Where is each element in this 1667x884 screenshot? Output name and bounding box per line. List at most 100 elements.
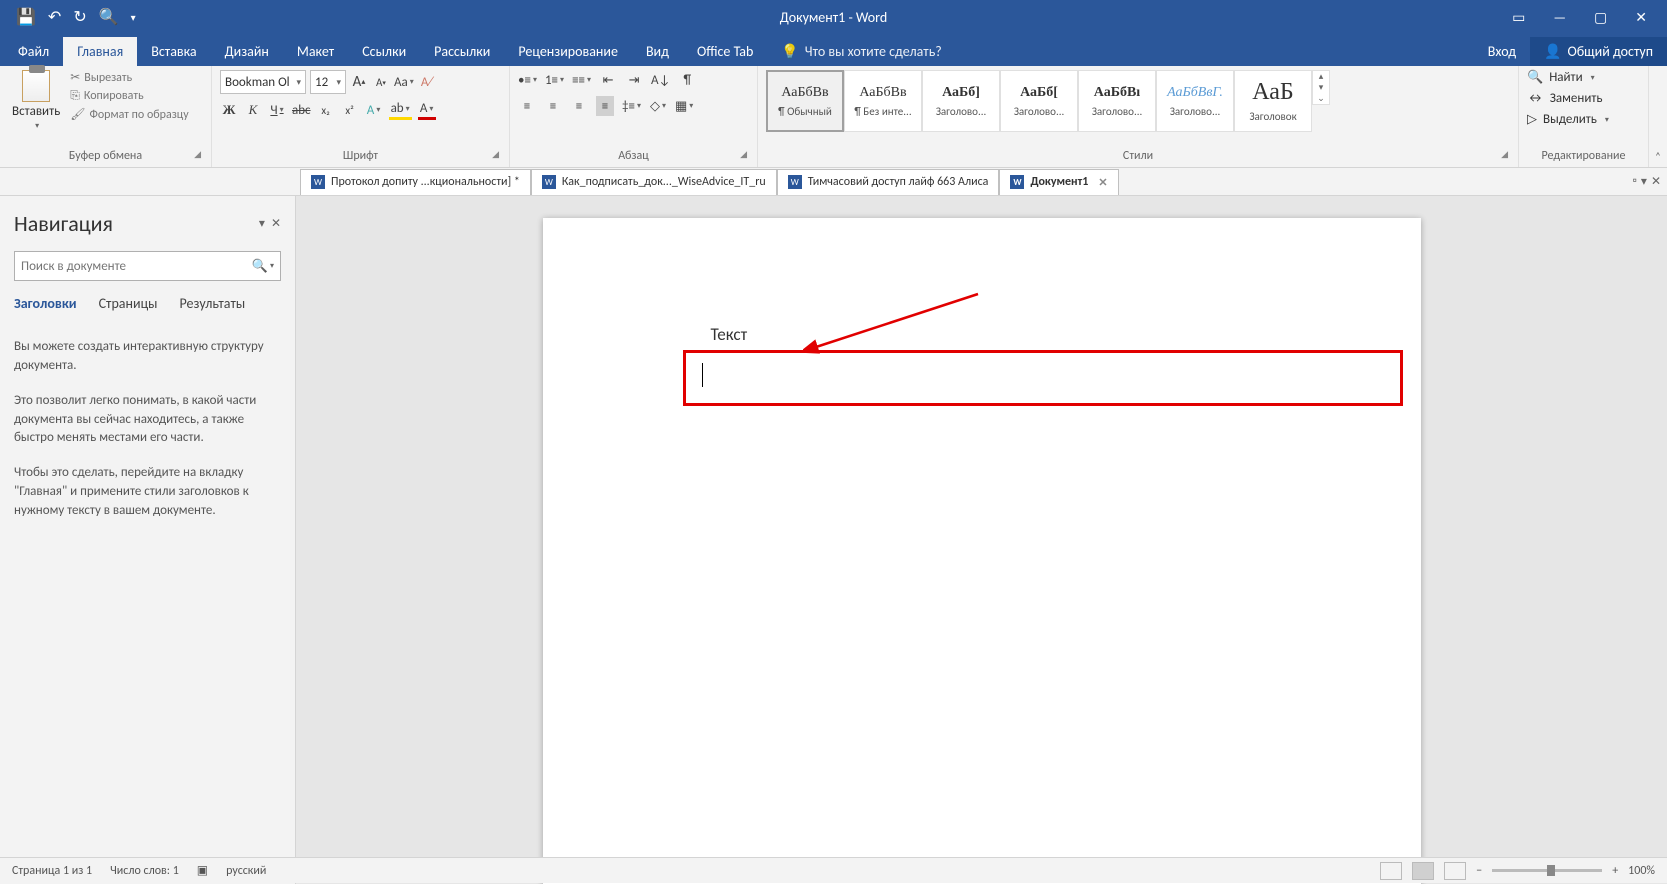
print-preview-icon[interactable]: 🔍 [99,7,119,27]
shrink-font-icon[interactable]: A▾ [372,72,390,92]
maximize-icon[interactable]: ▢ [1594,9,1607,26]
clear-formatting-icon[interactable]: A⁄ [418,72,436,92]
view-read-icon[interactable] [1380,862,1402,880]
copy-button[interactable]: ⎘Копировать [70,89,188,103]
align-left-icon[interactable]: ≡ [518,96,536,116]
zoom-level[interactable]: 100% [1628,864,1655,878]
ribbon-display-icon[interactable]: ▭ [1512,9,1525,26]
styles-scroll-icon[interactable]: ▾ [1313,82,1329,93]
collapse-ribbon-icon[interactable]: ˄ [1655,150,1661,163]
tab-office-tab[interactable]: Office Tab [683,37,767,66]
line-spacing-icon[interactable]: ‡≡▾ [622,96,641,116]
nav-close-icon[interactable]: ✕ [271,216,281,231]
tab-review[interactable]: Рецензирование [504,37,632,66]
view-print-icon[interactable] [1412,862,1434,880]
launcher-icon[interactable]: ◢ [194,149,201,160]
tab-view[interactable]: Вид [632,37,683,66]
italic-button[interactable]: К [244,100,262,120]
close-doctab-icon[interactable]: ✕ [1651,174,1661,189]
nav-dropdown-icon[interactable]: ▾ [259,216,265,231]
minimize-icon[interactable]: — [1553,9,1566,26]
document-tab-2[interactable]: WТимчасовий доступ лайф 663 Алиса [777,169,1000,195]
sort-icon[interactable]: A↓ [651,70,670,90]
select-button[interactable]: ▷Выделить▾ [1527,112,1609,127]
document-tab-1[interactable]: WКак_подписать_док..._WiseAdvice_IT_ru [531,169,777,195]
nav-search[interactable]: 🔍▾ [14,251,281,281]
redo-icon[interactable]: ↻ [73,7,86,27]
tell-me-search[interactable]: 💡 Что вы хотите сделать? [767,37,955,66]
style-tile-4[interactable]: АаБбВıЗаголово... [1078,70,1156,132]
nav-tab-results[interactable]: Результаты [179,295,245,312]
align-center-icon[interactable]: ≡ [544,96,562,116]
show-marks-icon[interactable]: ¶ [678,70,696,90]
numbering-icon[interactable]: 1≡▾ [545,70,564,90]
strikethrough-button[interactable]: abc [292,100,311,120]
status-word-count[interactable]: Число слов: 1 [110,864,179,878]
subscript-button[interactable]: x₂ [317,100,335,120]
doctab-dropdown-icon[interactable]: ▾ [1641,174,1647,189]
share-button[interactable]: 👤 Общий доступ [1530,37,1667,66]
new-doc-icon[interactable]: ▫ [1633,174,1637,189]
style-tile-5[interactable]: АаБбВвГ.Заголово... [1156,70,1234,132]
tab-file[interactable]: Файл [0,37,63,66]
font-color-button[interactable]: A▾ [418,100,436,120]
underline-button[interactable]: Ч▾ [268,100,286,120]
bullets-icon[interactable]: •≡▾ [518,70,537,90]
superscript-button[interactable]: x² [341,100,359,120]
document-tab-3[interactable]: WДокумент1✕ [999,169,1118,195]
close-icon[interactable]: ✕ [1635,9,1647,26]
tab-references[interactable]: Ссылки [348,37,420,66]
multilevel-list-icon[interactable]: ≡≡▾ [572,70,591,90]
zoom-slider[interactable] [1492,869,1602,872]
status-language[interactable]: русский [226,864,266,878]
undo-icon[interactable]: ↶ [48,7,61,27]
document-area[interactable]: Текст [296,196,1667,884]
decrease-indent-icon[interactable]: ⇤ [599,70,617,90]
grow-font-icon[interactable]: A▴ [350,72,368,92]
zoom-out-icon[interactable]: − [1476,864,1482,878]
search-icon[interactable]: 🔍 [252,259,268,274]
style-tile-3[interactable]: АаБб[Заголово... [1000,70,1078,132]
launcher-icon[interactable]: ◢ [740,149,747,160]
styles-scroll-icon[interactable]: ⌄ [1313,93,1329,104]
style-tile-1[interactable]: АаБбВв¶ Без инте... [844,70,922,132]
cut-button[interactable]: ✂Вырезать [70,70,188,85]
change-case-icon[interactable]: Aa▾ [394,72,414,92]
document-page[interactable]: Текст [543,218,1421,884]
font-size-combo[interactable]: 12▾ [310,70,346,94]
tab-home[interactable]: Главная [63,37,137,66]
launcher-icon[interactable]: ◢ [492,149,499,160]
text-effects-icon[interactable]: A▾ [365,100,383,120]
style-tile-0[interactable]: АаБбВв¶ Обычный [766,70,844,132]
launcher-icon[interactable]: ◢ [1501,149,1508,160]
borders-icon[interactable]: ▦▾ [675,96,693,116]
increase-indent-icon[interactable]: ⇥ [625,70,643,90]
proofing-icon[interactable]: ▣ [197,863,208,878]
style-tile-2[interactable]: АаБб]Заголово... [922,70,1000,132]
bold-button[interactable]: Ж [220,100,238,120]
find-button[interactable]: 🔍Найти▾ [1527,70,1595,85]
status-page[interactable]: Страница 1 из 1 [12,864,92,878]
shading-icon[interactable]: ◇▾ [649,96,667,116]
view-web-icon[interactable] [1444,862,1466,880]
highlight-color-button[interactable]: ab▾ [389,100,412,120]
format-painter-button[interactable]: 🖌Формат по образцу [70,107,188,122]
close-tab-icon[interactable]: ✕ [1098,176,1107,189]
save-icon[interactable]: 💾 [16,7,36,27]
align-right-icon[interactable]: ≡ [570,96,588,116]
tab-design[interactable]: Дизайн [211,37,283,66]
style-tile-6[interactable]: АаБЗаголовок [1234,70,1312,132]
nav-tab-headings[interactable]: Заголовки [14,295,77,312]
sign-in-button[interactable]: Вход [1474,37,1530,66]
replace-button[interactable]: ↔Заменить [1527,91,1603,106]
styles-scroll-icon[interactable]: ▴ [1313,71,1329,82]
document-tab-0[interactable]: WПротокол допиту ...кциональности] * [300,169,531,195]
tab-layout[interactable]: Макет [283,37,348,66]
zoom-in-icon[interactable]: + [1612,864,1618,878]
font-name-combo[interactable]: Bookman Ol▾ [220,70,306,94]
tab-mailings[interactable]: Рассылки [420,37,504,66]
nav-tab-pages[interactable]: Страницы [99,295,158,312]
align-justify-icon[interactable]: ≡ [596,96,614,116]
nav-search-input[interactable] [21,259,252,274]
tab-insert[interactable]: Вставка [137,37,210,66]
